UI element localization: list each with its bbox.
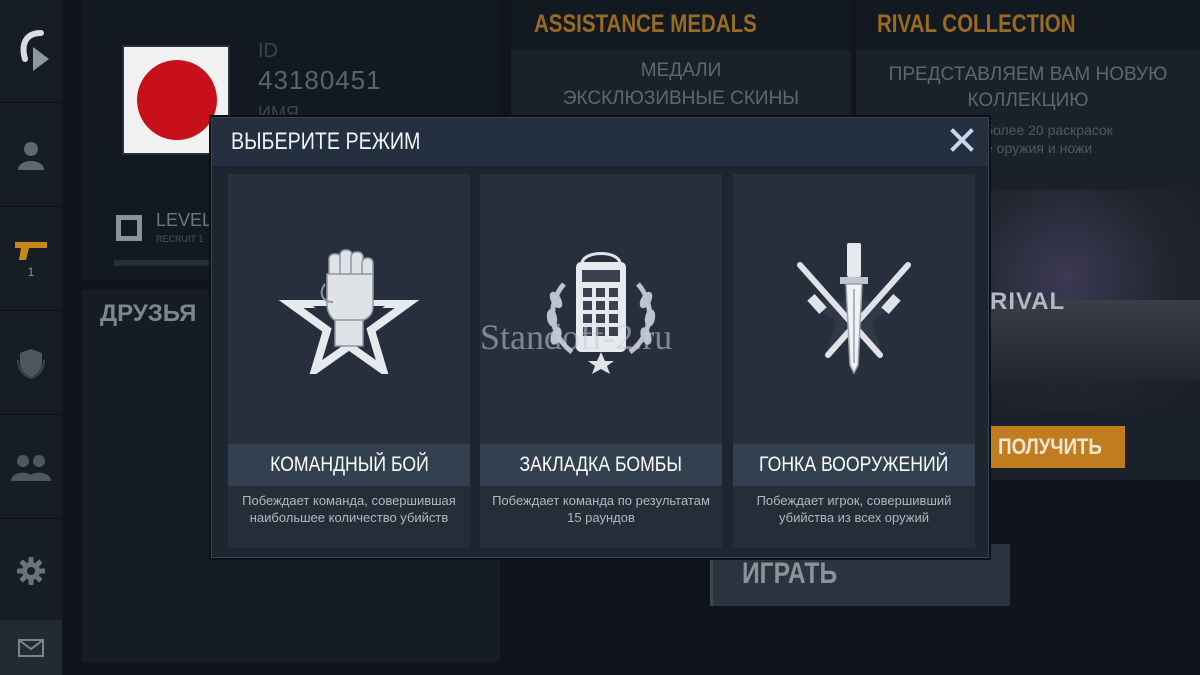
mode-description: Побеждает команда по результатам 15 раун… (492, 493, 710, 525)
game-screen: 1 ID 43180451 ИМЯ LEVEL 1 RECRUIT 1 ДРУЗ… (0, 0, 1200, 675)
rival-line-1: ПРЕДСТАВЛЯЕМ ВАМ НОВУЮ (888, 64, 1168, 85)
level-icon (116, 215, 142, 241)
side-nav: 1 (0, 0, 62, 675)
get-button[interactable]: ПОЛУЧИТЬ (976, 426, 1125, 468)
mode-name: ГОНКА ВООРУЖЕНИЙ (759, 453, 949, 476)
mode-name: КОМАНДНЫЙ БОЙ (269, 453, 429, 476)
player-id: 43180451 (258, 65, 382, 95)
mode-description: Побеждает игрок, совершивший убийства из… (756, 493, 952, 525)
rank-text: RECRUIT 1 (156, 234, 204, 244)
gear-icon (17, 557, 45, 585)
mode-card-team-deathmatch[interactable]: КОМАНДНЫЙ БОЙ Побеждает команда, соверши… (228, 174, 470, 548)
rival-collection-title: RIVAL COLLECTION (877, 10, 1076, 38)
id-label: ID (258, 40, 278, 62)
play-button-label: ИГРАТЬ (742, 557, 838, 590)
settings-tab[interactable] (0, 520, 62, 623)
mode-art (228, 174, 470, 444)
rival-line-4: е оружия и ножи (985, 140, 1093, 156)
mode-card-arms-race[interactable]: ГОНКА ВООРУЖЕНИЙ Побеждает игрок, соверш… (733, 174, 975, 548)
mode-art (733, 174, 975, 444)
mode-select-dialog: ВЫБЕРИТЕ РЕЖИМ КОМАНДНЫЙ БОЙ Побеждает к… (211, 117, 989, 558)
assistance-line-1: МЕДАЛИ (640, 60, 722, 81)
weapons-tab[interactable]: 1 (0, 208, 62, 311)
mode-card-bomb-defusal[interactable]: ЗАКЛАДКА БОМБЫ Побеждает команда по резу… (480, 174, 722, 548)
mode-name-bar: КОМАНДНЫЙ БОЙ (228, 444, 470, 486)
friends-title: ДРУЗЬЯ (100, 300, 197, 327)
profile-tab[interactable] (0, 104, 62, 207)
mode-art (480, 174, 722, 444)
mode-description: Побеждает команда, совершившая наибольше… (242, 493, 456, 525)
bomb-laurel-icon (546, 252, 656, 374)
mode-name: ЗАКЛАДКА БОМБЫ (519, 453, 683, 476)
rival-line-3: более 20 раскрасок (985, 122, 1113, 138)
knife-rifles-icon (797, 243, 911, 375)
weapons-count: 1 (27, 265, 35, 279)
close-icon[interactable] (948, 126, 976, 154)
pistol-icon (15, 242, 47, 260)
assistance-medals-title: ASSISTANCE MEDALS (534, 10, 757, 38)
mail-icon (18, 638, 44, 657)
back-button[interactable] (0, 0, 62, 103)
dialog-header: ВЫБЕРИТЕ РЕЖИМ (212, 118, 988, 166)
mail-button[interactable] (0, 620, 62, 675)
group-icon (11, 455, 51, 481)
assistance-line-2: ЭКСКЛЮЗИВНЫЕ СКИНЫ (562, 88, 800, 109)
rival-logo: RIVAL (990, 288, 1066, 315)
fist-star-icon (279, 249, 419, 374)
shield-laurel-icon (17, 349, 45, 379)
xp-bar (114, 260, 214, 266)
friends-tab[interactable] (0, 416, 62, 519)
mode-name-bar: ЗАКЛАДКА БОМБЫ (480, 444, 722, 486)
back-arrow-icon (20, 30, 49, 71)
get-button-label: ПОЛУЧИТЬ (998, 434, 1103, 459)
mode-name-bar: ГОНКА ВООРУЖЕНИЙ (733, 444, 975, 486)
rank-tab[interactable] (0, 312, 62, 415)
dialog-title: ВЫБЕРИТЕ РЕЖИМ (231, 128, 421, 155)
user-icon (18, 142, 44, 170)
rival-line-2: КОЛЛЕКЦИЮ (967, 90, 1089, 111)
